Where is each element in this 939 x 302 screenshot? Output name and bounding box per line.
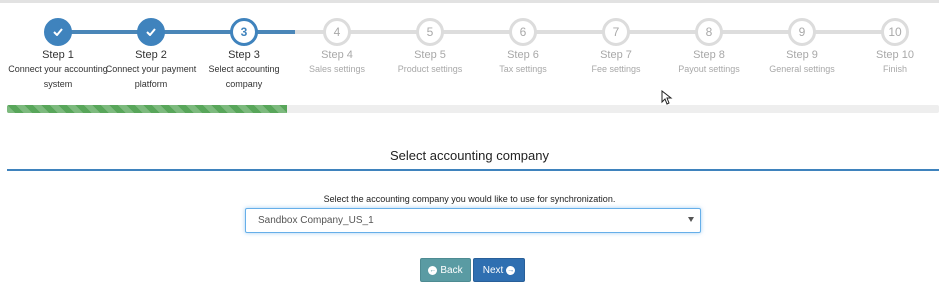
progress-bar xyxy=(7,105,939,113)
step-number: 8 xyxy=(695,18,723,46)
back-button[interactable]: ← Back xyxy=(420,258,471,282)
wizard-step-10: 10 Step 10 Finish xyxy=(840,18,939,76)
step-number: 6 xyxy=(509,18,537,46)
check-icon xyxy=(137,18,165,46)
instruction-text: Select the accounting company you would … xyxy=(323,194,616,204)
step-number: 9 xyxy=(788,18,816,46)
mouse-cursor-icon xyxy=(661,90,673,105)
section-title: Select accounting company xyxy=(390,148,549,163)
step-description-line2: company xyxy=(225,79,263,89)
step-description: Finish xyxy=(882,64,907,74)
step-number: 7 xyxy=(602,18,630,46)
section-divider xyxy=(7,169,939,171)
caret-down-icon xyxy=(688,217,694,222)
circle-arrow-left-icon: ← xyxy=(428,265,438,275)
circle-arrow-right-icon: → xyxy=(506,265,516,275)
back-button-label: Back xyxy=(440,264,463,276)
step-label: Step 10 xyxy=(876,49,914,61)
company-select-value: Sandbox Company_US_1 xyxy=(258,215,374,226)
wizard-steps: Step 1 Connect your accounting system Step … xyxy=(0,0,939,100)
setup-wizard-page: Step 1 Connect your accounting system Step … xyxy=(0,0,939,302)
step-number: 3 xyxy=(230,18,258,46)
step-number: 5 xyxy=(416,18,444,46)
step-number: 10 xyxy=(881,18,909,46)
next-button[interactable]: Next → xyxy=(473,258,525,282)
next-button-label: Next xyxy=(482,264,504,276)
progress-fill xyxy=(7,105,287,113)
company-select[interactable]: Sandbox Company_US_1 xyxy=(245,208,701,233)
step-number: 4 xyxy=(323,18,351,46)
check-icon xyxy=(44,18,72,46)
